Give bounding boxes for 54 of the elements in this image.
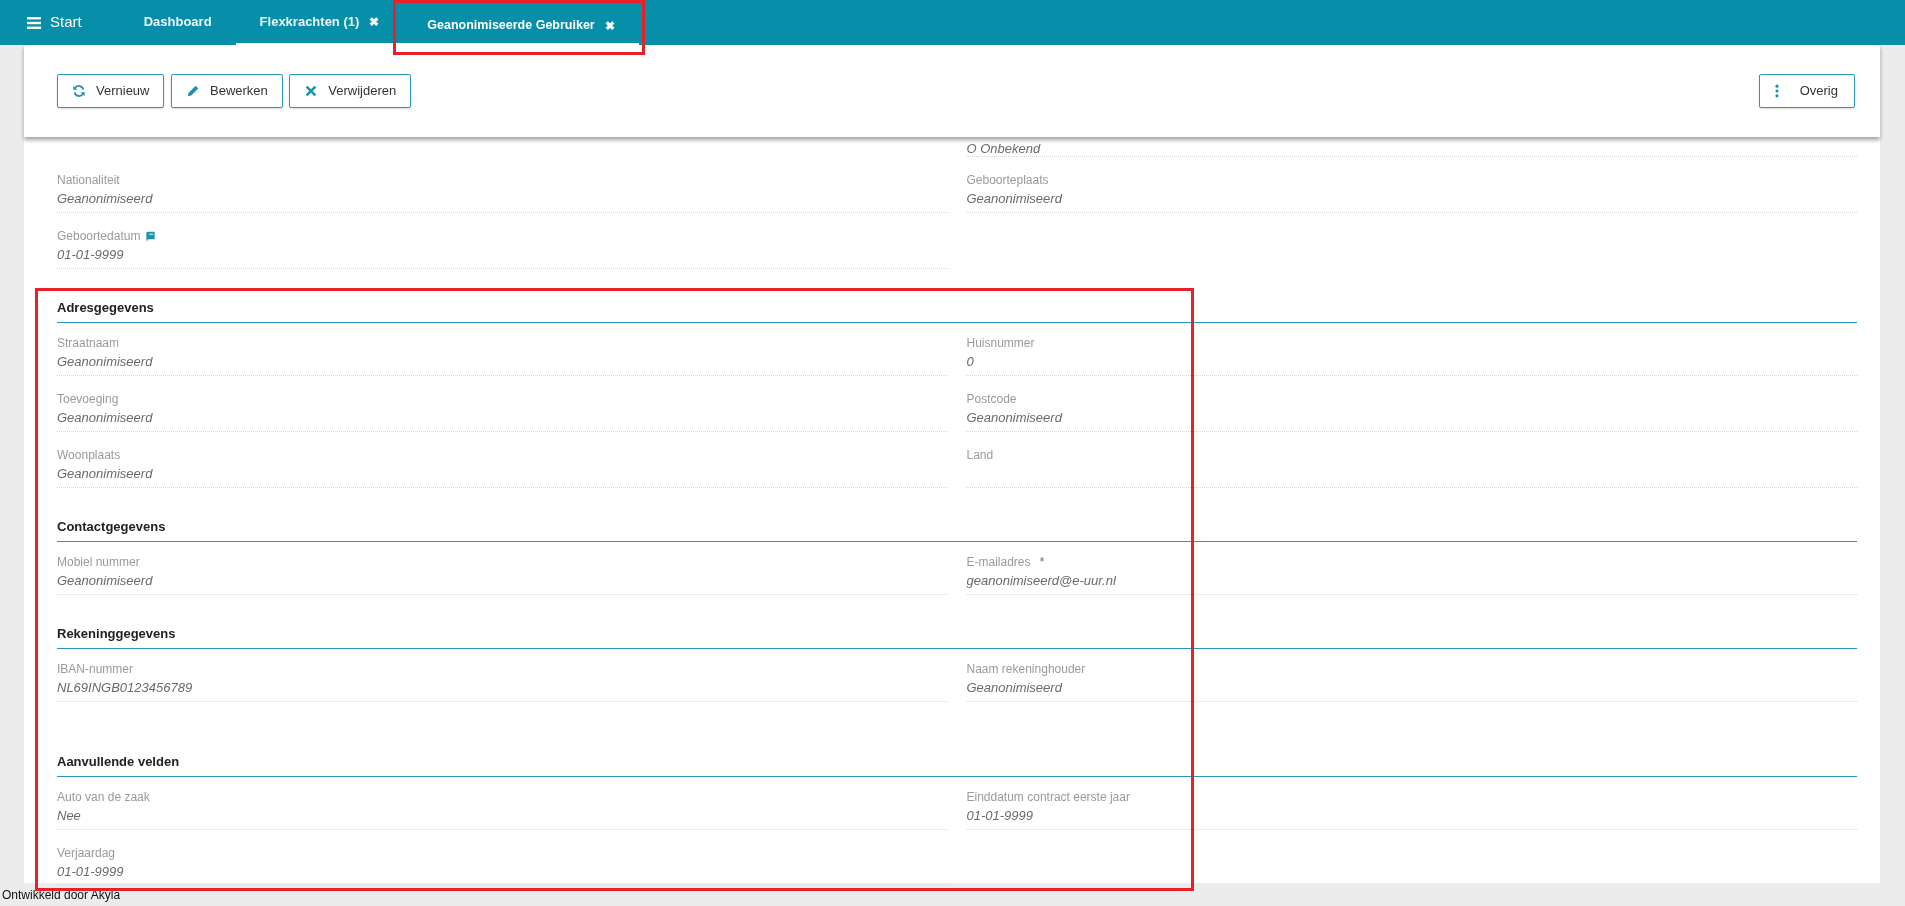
field-value: Geanonimiseerd — [966, 410, 1064, 426]
book-icon — [145, 230, 157, 242]
tab-label: Dashboard — [143, 12, 212, 31]
field-value: Geanonimiseerd — [966, 680, 1064, 696]
field-value: 0 — [966, 354, 975, 370]
field-label: Nationaliteit — [57, 173, 120, 187]
close-icon[interactable]: ✖ — [604, 16, 615, 35]
field-label: IBAN-nummer — [57, 662, 133, 676]
tab-label: Flexkrachten (1) — [259, 12, 360, 31]
field-label: Einddatum contract eerste jaar — [966, 790, 1130, 804]
field-value: Geanonimiseerd — [57, 573, 154, 589]
tab-label: Geanonimiseerde Gebruiker — [427, 17, 595, 35]
refresh-icon — [72, 84, 86, 98]
field-label: Toevoeging — [57, 392, 119, 406]
section-heading: Aanvullende velden — [57, 746, 1857, 777]
field-value: 01-01-9999 — [57, 247, 125, 263]
toolbar-button[interactable]: Verwijderen — [289, 74, 412, 108]
start-menu-button[interactable]: Start — [26, 0, 82, 45]
required-mark: * — [1039, 555, 1045, 569]
field-value: 01-01-9999 — [57, 864, 125, 880]
cross-icon — [304, 84, 319, 98]
field-value: geanonimiseerd@e-uur.nl — [966, 573, 1117, 589]
section-heading: Adresgegevens — [57, 292, 1857, 323]
close-icon[interactable]: ✖ — [369, 12, 380, 31]
pencil-icon — [186, 84, 200, 98]
field-value: Geanonimiseerd — [57, 410, 154, 426]
field-label: Geboorteplaats — [966, 173, 1049, 187]
footer-text: Ontwikkeld door Akyla — [1, 887, 122, 904]
field-label: Verjaardag — [57, 846, 116, 860]
field-label: Woonplaats — [57, 448, 121, 462]
field-value: Nee — [57, 808, 82, 824]
field-label: Huisnummer — [966, 336, 1035, 350]
field-value: 01-01-9999 — [966, 808, 1034, 824]
field-value: Geanonimiseerd — [57, 466, 154, 482]
field-label: Mobiel nummer — [57, 555, 140, 569]
field-label: Straatnaam — [57, 336, 120, 350]
toolbar-button[interactable]: Bewerken — [171, 74, 283, 108]
section-heading: Contactgegevens — [57, 511, 1857, 542]
field-label: Geboortedatum — [57, 229, 141, 243]
field-label: Auto van de zaak — [57, 790, 150, 804]
field-label: E-mailadres — [966, 555, 1031, 569]
toolbar-button[interactable]: Vernieuw — [57, 74, 165, 108]
field-label: Land — [966, 448, 994, 462]
field-value: Geanonimiseerd — [57, 354, 154, 370]
field-value: O Onbekend — [966, 141, 1042, 157]
field-label: Naam rekeninghouder — [966, 662, 1086, 676]
menu-icon — [26, 14, 42, 31]
section-heading: Rekeninggegevens — [57, 618, 1857, 649]
field-value: NL69INGB0123456789 — [57, 680, 194, 696]
field-label: Postcode — [966, 392, 1017, 406]
field-value: Geanonimiseerd — [966, 191, 1064, 207]
field-value: Geanonimiseerd — [57, 191, 154, 207]
tab[interactable]: Dashboard — [119, 0, 236, 45]
more-button[interactable]: Overig — [1758, 74, 1855, 108]
